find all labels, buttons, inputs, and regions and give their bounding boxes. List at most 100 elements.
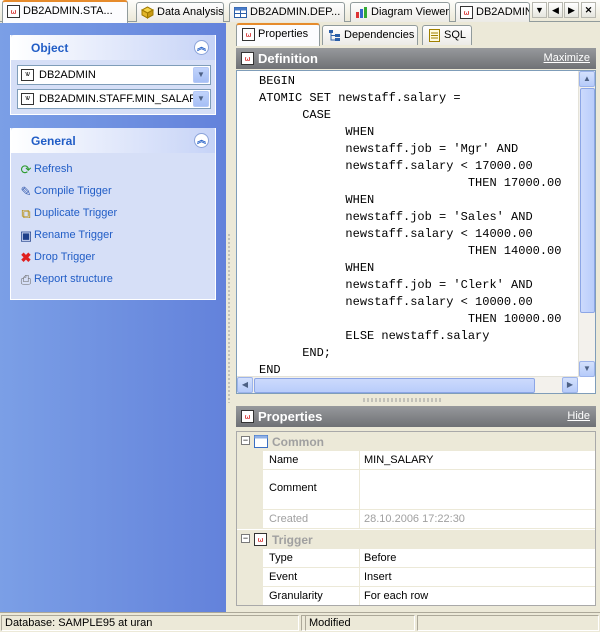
property-row[interactable]: Granularity For each row [237,587,595,605]
category-common[interactable]: − Common [237,432,595,451]
close-tab-button[interactable]: ✕ [581,2,596,18]
property-row[interactable]: Type Before [237,549,595,568]
definition-title: Definition [258,51,318,66]
drop-icon: ✖ [20,250,32,265]
properties-title: Properties [258,409,323,424]
trigger-icon: ѡ [460,6,473,19]
column-divider [359,470,360,509]
property-row[interactable]: Event Insert [237,568,595,587]
tab-properties[interactable]: ѡ Properties [236,23,320,46]
tab-scroll-right-button[interactable]: ▶ [564,2,579,18]
property-row[interactable]: Name MIN_SALARY [237,451,595,470]
property-row[interactable]: Comment [237,470,595,510]
compile-icon: ✎ [20,184,32,199]
category-title: Trigger [272,533,313,547]
status-extra [417,615,599,631]
category-trigger[interactable]: − ѡ Trigger [237,530,595,549]
tab-label: DB2ADMIN [476,6,530,18]
general-group-header[interactable]: General ︽ [11,128,215,153]
status-database: Database: SAMPLE95 at uran [1,615,299,631]
tab-data-analysis[interactable]: Data Analysis [136,2,224,22]
property-name: Event [269,571,298,583]
general-group: General ︽ ⟳ Refresh ✎ Compile Trigger ⧉ … [10,128,216,300]
database-combo[interactable]: ѡ DB2ADMIN ▼ [17,65,211,85]
property-value[interactable]: For each row [364,590,428,602]
action-label: Duplicate Trigger [34,207,118,219]
property-name: Created [269,513,309,525]
row-gutter [237,587,263,605]
properties-panel-header: ѡ Properties Hide [236,406,596,427]
column-divider [359,549,360,567]
column-divider [359,587,360,605]
property-value[interactable]: Insert [364,571,392,583]
tab-list-dropdown-button[interactable]: ▼ [532,2,547,18]
property-row[interactable]: Created 28.10.2006 17:22:30 [237,510,595,529]
trigger-code[interactable]: BEGIN ATOMIC SET newstaff.salary = CASE … [259,73,561,379]
property-name: Name [269,454,299,466]
column-divider [359,510,360,528]
collapse-icon[interactable]: − [241,436,250,445]
group-title: Object [31,41,69,55]
chevron-down-icon[interactable]: ▼ [193,67,209,83]
scroll-thumb[interactable] [254,378,535,393]
table-icon [234,7,247,18]
row-gutter [237,549,263,567]
action-label: Refresh [34,163,73,175]
maximize-link[interactable]: Maximize [544,52,590,64]
collapse-icon[interactable]: − [241,534,250,543]
navigation-pane: Object ︽ ѡ DB2ADMIN ▼ ѡ DB2ADMIN.STAFF.M… [0,23,226,612]
svg-text:ѡ: ѡ [245,413,251,421]
tab-dept-table[interactable]: DB2ADMIN.DEP... [229,2,345,22]
scroll-right-button[interactable]: ▶ [562,377,578,393]
horizontal-scrollbar[interactable]: ◀ ▶ [237,376,578,393]
column-divider [359,568,360,586]
scroll-left-button[interactable]: ◀ [237,377,253,393]
hide-link[interactable]: Hide [567,410,590,422]
tab-label: Data Analysis [157,6,224,18]
tab-diagram-viewer[interactable]: Diagram Viewer [350,2,450,22]
tab-dependencies[interactable]: Dependencies [322,25,418,45]
editor-pane: ѡ Properties Dependencies SQL ѡ Definiti… [232,23,600,612]
property-name: Granularity [269,590,323,602]
trigger-icon: ѡ [242,28,255,41]
document-tab-strip: ѡ DB2ADMIN.STA... Data Analysis DB2ADMIN… [0,0,600,23]
row-gutter [237,510,263,528]
svg-text:ѡ: ѡ [246,31,252,39]
row-gutter [237,568,263,586]
svg-text:ѡ: ѡ [11,8,17,16]
status-bar: Database: SAMPLE95 at uran Modified [0,612,600,632]
svg-text:ѡ: ѡ [245,55,251,63]
trigger-combo[interactable]: ѡ DB2ADMIN.STAFF.MIN_SALARY ▼ [17,89,211,109]
property-value[interactable]: Before [364,552,396,564]
trigger-icon: ѡ [241,410,254,423]
object-group: Object ︽ ѡ DB2ADMIN ▼ ѡ DB2ADMIN.STAFF.M… [10,35,216,115]
status-state: Modified [305,615,415,631]
svg-text:ѡ: ѡ [258,536,264,544]
tab-label: SQL [444,29,467,41]
common-category-icon [254,435,268,448]
scroll-up-button[interactable]: ▲ [579,71,595,87]
object-group-header[interactable]: Object ︽ [11,35,215,60]
tab-label: Diagram Viewer [371,6,450,18]
tab-trigger-db2admin[interactable]: ѡ DB2ADMIN [455,2,530,22]
property-value[interactable]: MIN_SALARY [364,454,434,466]
trigger-icon: ѡ [254,533,267,546]
vertical-scrollbar[interactable]: ▲ ▼ [578,71,595,377]
tab-label: DB2ADMIN.STA... [23,5,113,17]
trigger-combo-value: DB2ADMIN.STAFF.MIN_SALARY [39,93,205,105]
printer-icon: ⎙ [20,272,32,287]
trigger-icon: ѡ [7,5,20,18]
tab-scroll-left-button[interactable]: ◀ [548,2,563,18]
action-label: Report structure [34,273,113,285]
definition-editor[interactable]: BEGIN ATOMIC SET newstaff.salary = CASE … [236,70,596,394]
tab-sql[interactable]: SQL [422,25,472,45]
scroll-down-button[interactable]: ▼ [579,361,595,377]
cube-icon [141,6,154,19]
chevron-down-icon[interactable]: ▼ [193,91,209,107]
collapse-icon[interactable]: ︽ [194,40,209,55]
tab-trigger-staff[interactable]: ѡ DB2ADMIN.STA... [2,0,128,23]
collapse-icon[interactable]: ︽ [194,133,209,148]
scroll-thumb[interactable] [580,88,595,313]
horizontal-splitter[interactable] [362,398,442,402]
action-label: Drop Trigger [34,251,96,263]
